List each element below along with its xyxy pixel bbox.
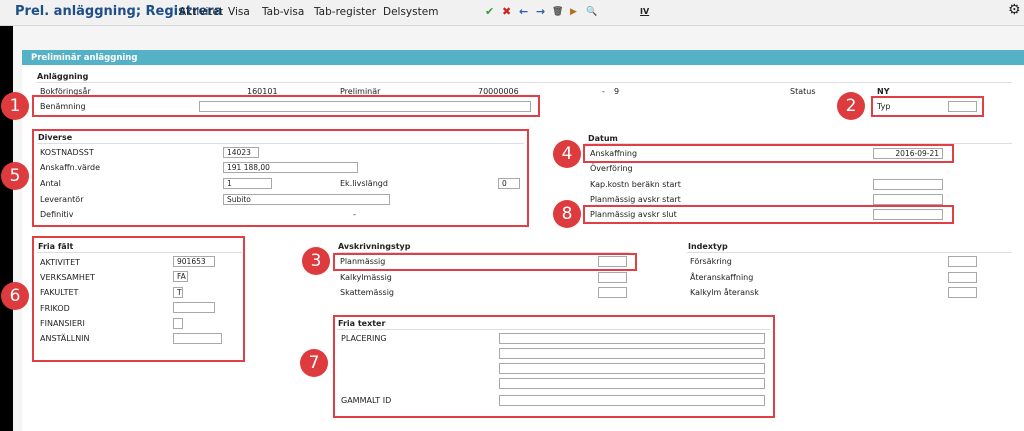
menu-visa[interactable]: Visa bbox=[228, 6, 250, 18]
plan-start-label: Planmässig avskr start bbox=[590, 195, 681, 204]
forsakring-label: Försäkring bbox=[690, 257, 732, 266]
ateranskaffning-label: Återanskaffning bbox=[690, 273, 754, 282]
left-border bbox=[0, 26, 13, 431]
menu-tab-register[interactable]: Tab-register bbox=[314, 6, 376, 18]
highlight-box-fria-falt bbox=[32, 236, 245, 362]
highlight-box-anskaffning bbox=[583, 144, 954, 163]
skattemassig-input[interactable] bbox=[598, 287, 627, 298]
highlight-box-typ bbox=[871, 96, 984, 117]
badge-1: 1 bbox=[1, 92, 29, 120]
section-datum: Datum bbox=[588, 134, 618, 143]
skattemassig-label: Skattemässig bbox=[340, 288, 394, 297]
overforing-label: Överföring bbox=[590, 164, 633, 173]
divider bbox=[687, 252, 1012, 253]
trash-icon[interactable]: 🗑 bbox=[552, 6, 563, 18]
kalkylmassig-label: Kalkylmässig bbox=[340, 273, 392, 282]
kalkylm-input[interactable] bbox=[948, 287, 977, 298]
gear-icon[interactable]: ⚙ bbox=[1008, 3, 1021, 17]
badge-8: 8 bbox=[553, 200, 581, 228]
section-anlaggning: Anläggning bbox=[37, 72, 89, 81]
arrow-left-icon[interactable]: ← bbox=[519, 6, 528, 18]
highlight-box-benamning bbox=[32, 95, 540, 117]
kalkylm-label: Kalkylm återansk bbox=[690, 288, 759, 297]
menu-bar: Prel. anläggning; Registrera Aktivitet V… bbox=[0, 0, 1024, 26]
ateranskaffning-input[interactable] bbox=[948, 272, 977, 283]
badge-5: 5 bbox=[1, 162, 29, 190]
menu-tab-visa[interactable]: Tab-visa bbox=[262, 6, 304, 18]
arrow-right-icon[interactable]: → bbox=[536, 6, 545, 18]
highlight-box-fria-texter bbox=[333, 315, 775, 418]
export-icon[interactable]: ▶ bbox=[570, 6, 577, 18]
badge-3: 3 bbox=[302, 247, 330, 275]
highlight-box-plan-slut bbox=[583, 205, 954, 224]
kalkylmassig-input[interactable] bbox=[598, 272, 627, 283]
section-avskrivningstyp: Avskrivningstyp bbox=[338, 242, 411, 251]
badge-7: 7 bbox=[300, 349, 328, 377]
highlight-box-diverse bbox=[32, 129, 529, 227]
menu-aktivitet[interactable]: Aktivitet bbox=[179, 6, 223, 18]
confirm-icon[interactable]: ✔ bbox=[485, 6, 494, 18]
cancel-icon[interactable]: ✖ bbox=[502, 6, 511, 18]
preliminar-suffix: 9 bbox=[614, 87, 620, 96]
badge-6: 6 bbox=[1, 282, 29, 310]
app-window: Prel. anläggning; Registrera Aktivitet V… bbox=[0, 0, 1024, 431]
status-label: Status bbox=[790, 87, 816, 96]
status-value: NY bbox=[877, 87, 890, 96]
highlight-box-planmassig bbox=[333, 253, 637, 271]
divider bbox=[37, 82, 1012, 83]
section-indextyp: Indextyp bbox=[688, 242, 728, 251]
kap-label: Kap.kostn beräkn start bbox=[590, 180, 681, 189]
menu-delsystem[interactable]: Delsystem bbox=[383, 6, 438, 18]
panel-header: Preliminär anläggning bbox=[22, 50, 1024, 65]
plan-start-input[interactable] bbox=[873, 194, 943, 205]
search-icon[interactable]: 🔍 bbox=[586, 6, 597, 18]
badge-2: 2 bbox=[837, 92, 865, 120]
forsakring-input[interactable] bbox=[948, 256, 977, 267]
iv-icon[interactable]: IV bbox=[640, 6, 649, 18]
preliminar-dash: - bbox=[602, 87, 605, 96]
kap-input[interactable] bbox=[873, 179, 943, 190]
badge-4: 4 bbox=[553, 140, 581, 168]
